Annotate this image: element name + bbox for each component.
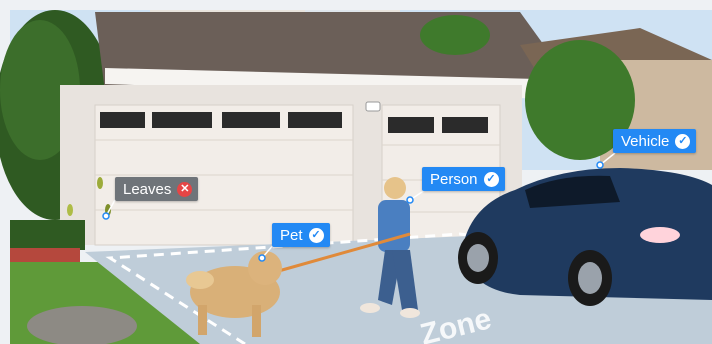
scene-photo: Zone: [0, 0, 712, 344]
leaves-tag-label: Leaves: [123, 180, 172, 198]
leaves-tag: Leaves ✕: [115, 177, 199, 201]
security-camera: [365, 101, 381, 112]
vehicle-tag-label: Vehicle: [621, 132, 670, 150]
pet-tag-label: Pet: [280, 226, 303, 244]
pet-tag: Pet ✓: [272, 223, 330, 247]
person-tag: Person ✓: [422, 167, 505, 191]
vehicle-tag: Vehicle ✓: [613, 129, 697, 153]
x-circle-icon: ✕: [177, 181, 193, 197]
person-tag-label: Person: [430, 170, 478, 188]
check-circle-icon: ✓: [308, 227, 324, 243]
check-circle-icon: ✓: [675, 133, 691, 149]
check-circle-icon: ✓: [483, 171, 499, 187]
driveway-scene: Zone: [0, 0, 712, 344]
